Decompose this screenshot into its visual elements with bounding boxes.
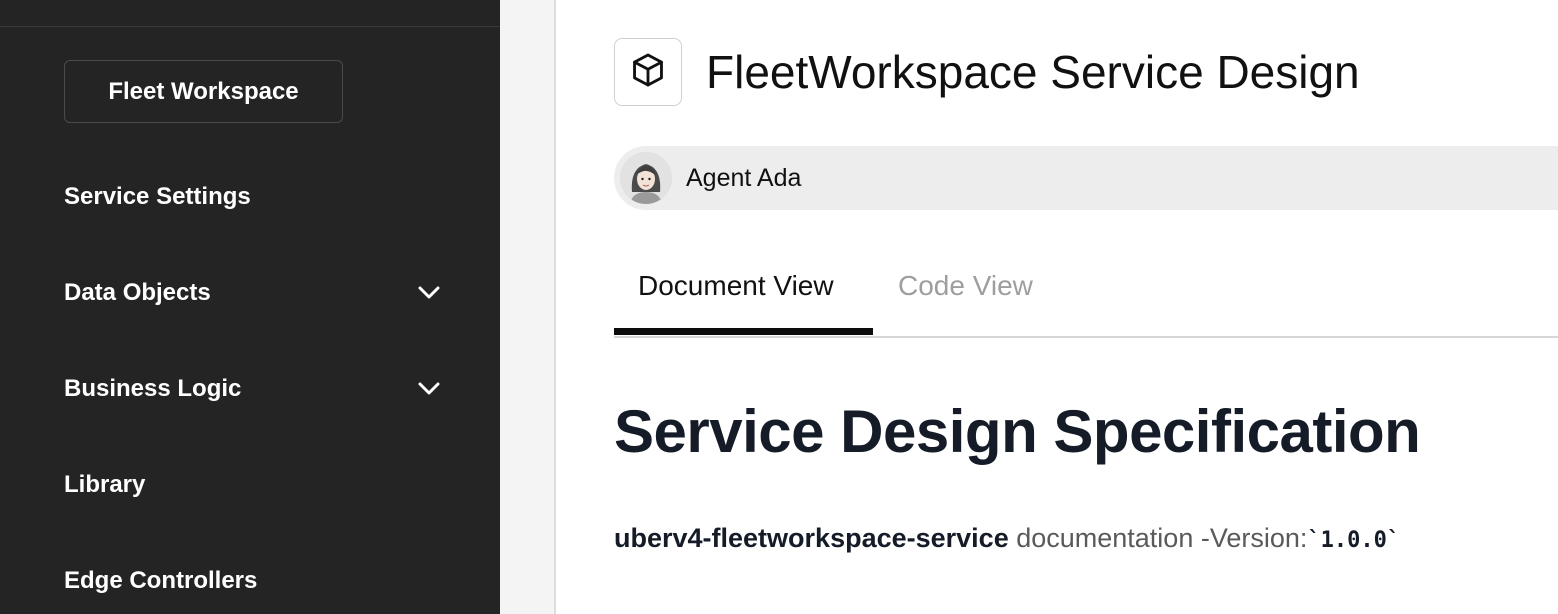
sidebar-item-service-settings[interactable]: Service Settings: [64, 177, 444, 217]
sidebar-item-business-logic[interactable]: Business Logic: [64, 369, 444, 409]
sidebar-item-data-objects[interactable]: Data Objects: [64, 273, 444, 313]
tab-document-view[interactable]: Document View: [638, 264, 834, 308]
active-tab-indicator: [614, 328, 873, 335]
tabs-divider: [614, 336, 1558, 338]
chevron-down-icon[interactable]: [414, 278, 444, 308]
service-name: uberv4-fleetworkspace-service: [614, 523, 1009, 553]
documentation-label: documentation -Version:: [1008, 523, 1308, 553]
page-title: FleetWorkspace Service Design: [706, 46, 1360, 98]
version-code: `1.0.0`: [1307, 528, 1401, 553]
sidebar-item-label: Library: [64, 471, 146, 498]
sidebar-item-label: Service Settings: [64, 183, 251, 210]
document-heading: Service Design Specification: [614, 398, 1421, 465]
sidebar-item-edge-controllers[interactable]: Edge Controllers: [64, 561, 444, 601]
service-icon-box: [614, 38, 682, 106]
agent-name: Agent Ada: [686, 164, 802, 192]
agent-bar[interactable]: Agent Ada: [614, 146, 1558, 210]
sidebar: Fleet Workspace Service Settings Data Ob…: [0, 0, 500, 614]
avatar[interactable]: [620, 152, 672, 204]
sidebar-divider: [0, 26, 500, 27]
workspace-button[interactable]: Fleet Workspace: [64, 60, 343, 123]
sidebar-item-label: Business Logic: [64, 375, 242, 402]
tab-code-view[interactable]: Code View: [898, 264, 1033, 308]
document-subtitle: uberv4-fleetworkspace-service documentat…: [614, 520, 1400, 559]
sidebar-item-label: Edge Controllers: [64, 567, 258, 594]
chevron-down-icon[interactable]: [414, 374, 444, 404]
sidebar-item-label: Data Objects: [64, 279, 211, 306]
sidebar-item-library[interactable]: Library: [64, 465, 444, 505]
panel-gutter: [500, 0, 556, 614]
cube-icon: [629, 51, 667, 94]
